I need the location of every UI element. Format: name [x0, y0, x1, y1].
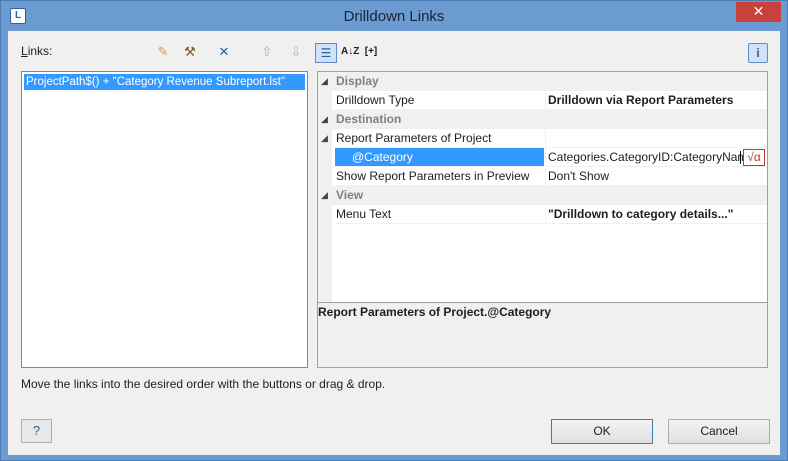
dialog-window: L Drilldown Links ✕ Links: ✎ ⚒ ✕ ⇧ ⇩ Pro… [0, 0, 788, 461]
property-menu-text[interactable]: Menu Text "Drilldown to category details… [318, 205, 767, 224]
delete-link-icon[interactable]: ✕ [215, 43, 233, 61]
new-link-icon[interactable]: ✎ [154, 43, 172, 61]
order-hint: Move the links into the desired order wi… [21, 377, 386, 391]
collapse-icon[interactable]: ◢ [321, 186, 328, 205]
category-destination[interactable]: ◢ Destination [318, 110, 767, 129]
close-button[interactable]: ✕ [736, 2, 781, 22]
help-button[interactable]: ? [21, 419, 52, 443]
dialog-client: Links: ✎ ⚒ ✕ ⇧ ⇩ ProjectPath$() + "Categ… [8, 31, 780, 455]
expand-all-icon[interactable]: [+] [361, 43, 381, 63]
property-grid: ◢ Display Drilldown Type Drilldown via R… [317, 71, 768, 368]
list-item[interactable]: ProjectPath$() + "Category Revenue Subre… [24, 74, 305, 90]
alphabetical-sort-icon[interactable]: A↓Z [341, 43, 359, 63]
move-down-icon[interactable]: ⇩ [287, 43, 305, 61]
collapse-icon[interactable]: ◢ [321, 110, 328, 129]
property-category-param[interactable]: @Category Categories.CategoryID:Category… [318, 148, 767, 167]
links-label: Links: [21, 44, 53, 58]
category-display[interactable]: ◢ Display [318, 72, 767, 91]
categorized-view-icon[interactable]: ☰ [315, 43, 337, 63]
property-drilldown-type[interactable]: Drilldown Type Drilldown via Report Para… [318, 91, 767, 110]
category-param-value-input[interactable]: Categories.CategoryID:CategoryName [545, 148, 767, 167]
property-show-params[interactable]: Show Report Parameters in Preview Don't … [318, 167, 767, 186]
description-panel: Report Parameters of Project.@Category [318, 302, 767, 367]
ok-button[interactable]: OK [551, 419, 653, 444]
cancel-button[interactable]: Cancel [668, 419, 770, 444]
info-icon[interactable]: i [748, 43, 768, 63]
title-bar: L Drilldown Links ✕ [1, 1, 787, 31]
text-caret [740, 151, 741, 164]
move-up-icon[interactable]: ⇧ [258, 43, 276, 61]
property-report-parameters[interactable]: ◢ Report Parameters of Project [318, 129, 767, 148]
description-title: Report Parameters of Project.@Category [318, 305, 552, 319]
collapse-icon[interactable]: ◢ [321, 72, 328, 91]
window-title: Drilldown Links [343, 8, 445, 25]
edit-link-icon[interactable]: ⚒ [181, 43, 199, 61]
links-list[interactable]: ProjectPath$() + "Category Revenue Subre… [21, 71, 308, 368]
collapse-icon[interactable]: ◢ [321, 129, 328, 148]
category-view[interactable]: ◢ View [318, 186, 767, 205]
formula-icon[interactable]: √α [743, 149, 765, 166]
